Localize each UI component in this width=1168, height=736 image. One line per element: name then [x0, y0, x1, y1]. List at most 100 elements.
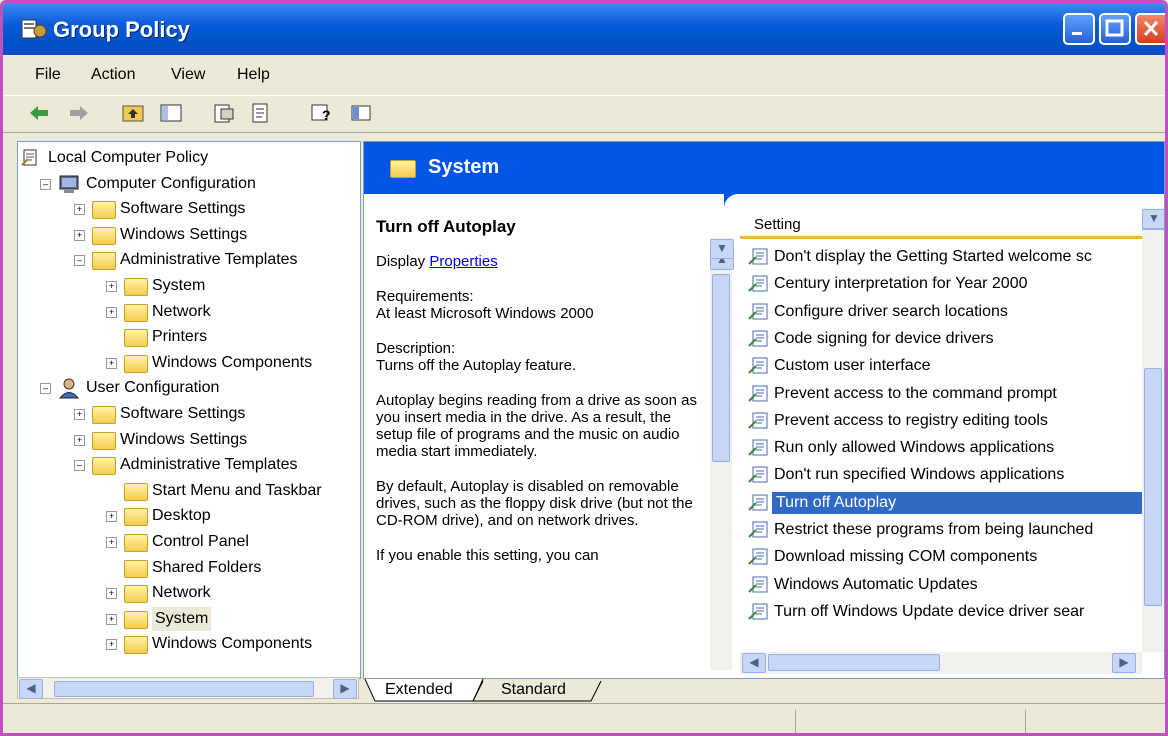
minimize-button[interactable]	[1063, 13, 1095, 45]
setting-row[interactable]: Restrict these programs from being launc…	[748, 517, 1142, 543]
tree-item[interactable]: + Control Panel	[18, 530, 360, 554]
tree-item[interactable]: + Network	[18, 581, 360, 605]
expand-icon[interactable]: +	[106, 306, 117, 318]
setting-label: Code signing for device drivers	[774, 329, 994, 347]
setting-row[interactable]: Century interpretation for Year 2000	[748, 271, 1142, 297]
properties-link[interactable]: Properties	[429, 253, 497, 270]
menu-view[interactable]: View	[171, 66, 205, 84]
tree-horizontal-scrollbar[interactable]: ◀ ▶	[17, 677, 359, 699]
tab-standard[interactable]: Standard	[501, 681, 566, 699]
help-icon[interactable]: ?	[309, 102, 333, 124]
settings-list: Setting Don't display the Getting Starte…	[740, 208, 1164, 678]
scroll-thumb[interactable]	[1144, 368, 1162, 606]
properties-icon[interactable]	[211, 102, 235, 124]
back-icon[interactable]	[27, 102, 51, 124]
setting-icon	[748, 357, 768, 374]
menu-help[interactable]: Help	[237, 66, 270, 84]
scroll-thumb[interactable]	[54, 681, 314, 697]
scroll-down-button[interactable]: ▼	[710, 239, 734, 259]
tree-item[interactable]: – Computer Configuration	[18, 172, 360, 196]
expand-icon[interactable]: +	[106, 588, 117, 600]
scroll-right-button[interactable]: ▶	[333, 679, 357, 699]
tree-item[interactable]: Printers	[18, 325, 360, 349]
menu-action[interactable]: Action	[91, 66, 135, 84]
collapse-icon[interactable]: –	[40, 178, 51, 190]
scroll-thumb[interactable]	[768, 654, 940, 671]
collapse-icon[interactable]: –	[40, 383, 51, 395]
expand-icon[interactable]: +	[74, 409, 85, 420]
title-bar[interactable]: Group Policy	[3, 3, 1165, 55]
tree-item[interactable]: + Software Settings	[18, 402, 360, 426]
expand-icon[interactable]: +	[106, 281, 117, 292]
setting-row[interactable]: Windows Automatic Updates	[748, 572, 1142, 598]
setting-icon	[748, 439, 768, 456]
collapse-icon[interactable]: –	[74, 255, 85, 267]
tree-item-label: Software Settings	[120, 405, 246, 422]
expand-icon[interactable]: +	[106, 537, 117, 548]
collapse-icon[interactable]: –	[74, 460, 85, 472]
tree-item[interactable]: + Windows Components	[18, 351, 360, 375]
setting-row[interactable]: Turn off Autoplay	[748, 490, 1142, 516]
expand-icon[interactable]: +	[106, 511, 117, 523]
scroll-left-button[interactable]: ◀	[742, 653, 766, 673]
tab-extended[interactable]: Extended	[385, 681, 453, 699]
forward-icon[interactable]	[67, 102, 91, 124]
menu-file[interactable]: File	[35, 66, 61, 84]
setting-row[interactable]: Don't run specified Windows applications	[748, 462, 1142, 488]
tree-item[interactable]: + Windows Settings	[18, 428, 360, 452]
tree-item[interactable]: + Windows Components	[18, 632, 360, 656]
list-horizontal-scrollbar[interactable]: ◀ ▶	[740, 652, 1142, 674]
up-one-level-icon[interactable]	[121, 102, 145, 124]
tree-item-label: Printers	[152, 328, 208, 346]
tree-item[interactable]: Start Menu and Taskbar	[18, 479, 360, 503]
maximize-button[interactable]	[1099, 13, 1131, 45]
expand-icon[interactable]: +	[106, 613, 117, 625]
setting-description: Turn off Autoplay Display Properties Req…	[376, 218, 706, 582]
list-vertical-scrollbar[interactable]: ▲ ▼	[1142, 208, 1164, 652]
setting-row[interactable]: Prevent access to registry editing tools	[748, 408, 1142, 434]
setting-row[interactable]: Turn off Windows Update device driver se…	[748, 599, 1142, 625]
expand-icon[interactable]: +	[106, 357, 117, 369]
setting-row[interactable]: Configure driver search locations	[748, 299, 1142, 325]
description-vertical-scrollbar[interactable]: ▲ ▼	[710, 238, 734, 670]
tree-item[interactable]: – Administrative Templates	[18, 248, 360, 272]
scroll-thumb[interactable]	[712, 274, 730, 462]
setting-row[interactable]: Code signing for device drivers	[748, 326, 1142, 352]
setting-label: Restrict these programs from being launc…	[774, 521, 1094, 538]
tree-item[interactable]: + Network	[18, 300, 360, 324]
expand-icon[interactable]: +	[106, 639, 117, 651]
tree-item[interactable]: – User Configuration	[18, 376, 360, 400]
setting-row[interactable]: Run only allowed Windows applications	[748, 435, 1142, 461]
setting-row[interactable]: Download missing COM components	[748, 544, 1142, 570]
tree-item[interactable]: + Desktop	[18, 504, 360, 528]
tree-item[interactable]: + Software Settings	[18, 197, 360, 221]
tree-item[interactable]: + System	[18, 606, 360, 631]
column-header-setting[interactable]: Setting	[740, 208, 1142, 239]
show-hide-tree-icon[interactable]	[159, 102, 183, 124]
setting-row[interactable]: Custom user interface	[748, 353, 1142, 379]
tree-item-label: Software Settings	[120, 200, 246, 218]
expand-icon[interactable]: +	[74, 204, 85, 216]
scroll-down-button[interactable]: ▼	[1142, 209, 1164, 229]
setting-icon	[748, 248, 768, 265]
export-list-icon[interactable]	[249, 102, 273, 124]
scroll-left-button[interactable]: ◀	[19, 679, 43, 699]
folder-icon	[124, 636, 148, 655]
tree-item[interactable]: + System	[18, 274, 360, 298]
tree-item[interactable]: Local Computer Policy	[18, 146, 360, 170]
tree-item[interactable]: + Windows Settings	[18, 223, 360, 247]
setting-row[interactable]: Prevent access to the command prompt	[748, 381, 1142, 407]
extended-view-icon[interactable]	[349, 102, 373, 124]
tree-item[interactable]: – Administrative Templates	[18, 453, 360, 477]
tree-item[interactable]: Shared Folders	[18, 556, 360, 580]
setting-icon	[748, 385, 768, 402]
expand-icon[interactable]: +	[74, 434, 85, 446]
menu-bar: File Action View Help	[3, 58, 1165, 90]
details-header: System	[364, 142, 1164, 194]
close-button[interactable]	[1135, 13, 1165, 45]
scroll-right-button[interactable]: ▶	[1112, 653, 1136, 673]
window-title: Group Policy	[53, 17, 190, 42]
setting-row[interactable]: Don't display the Getting Started welcom…	[748, 244, 1142, 270]
expand-icon[interactable]: +	[74, 229, 85, 241]
tree-item-label: Windows Settings	[120, 430, 248, 448]
